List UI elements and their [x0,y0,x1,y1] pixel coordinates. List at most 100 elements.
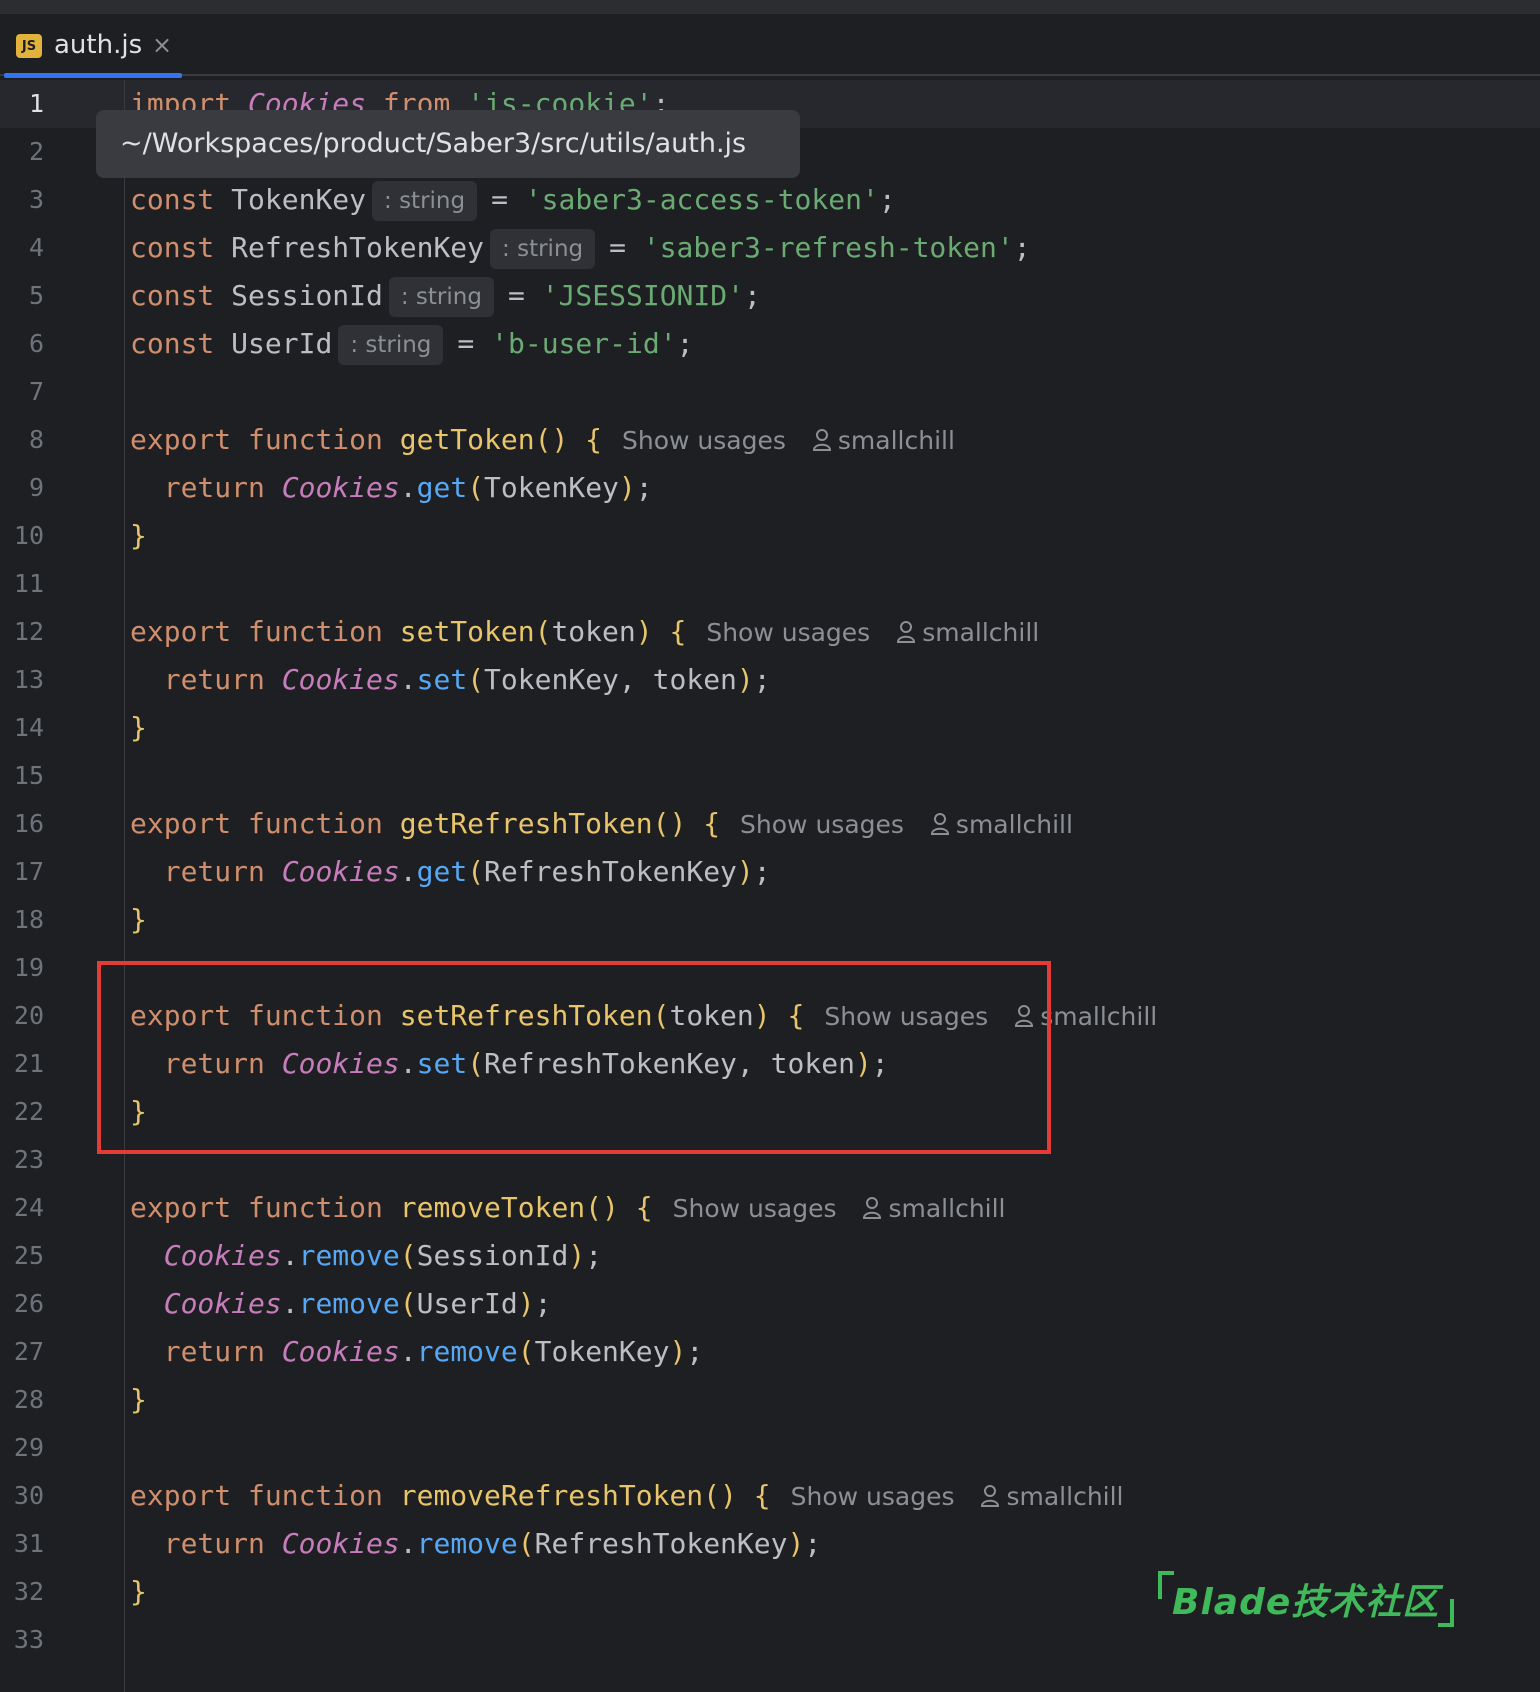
line-number: 12 [13,617,44,646]
code-line: 31 return Cookies.remove(RefreshTokenKey… [0,1520,1540,1568]
code-line: 8 export function getToken() {Show usage… [0,416,1540,464]
line-number: 24 [13,1193,44,1222]
line-number: 30 [13,1481,44,1510]
line-number: 28 [13,1385,44,1414]
code-text: const RefreshTokenKey: string = 'saber3-r… [130,224,1031,272]
line-number: 10 [13,521,44,550]
person-icon [863,1197,882,1219]
line-number: 15 [13,761,44,790]
line-number: 22 [13,1097,44,1126]
line-number: 19 [13,953,44,982]
code-line: 29 [0,1424,1540,1472]
editor-tab-bar: JS auth.js × [0,14,1540,78]
type-hint: : string [372,181,478,221]
line-number: 9 [28,473,44,502]
tab-label: auth.js [54,30,143,60]
file-path-tooltip: ~/Workspaces/product/Saber3/src/utils/au… [96,110,800,178]
author-hint[interactable]: smallchill [930,810,1073,839]
line-number: 4 [28,233,44,262]
line-number: 11 [13,569,44,598]
watermark: Blade技术社区 [1150,1565,1460,1635]
line-number: 8 [28,425,44,454]
show-usages-link[interactable]: Show usages [673,1194,837,1223]
code-text: export function getRefreshToken() {Show … [130,807,1073,840]
show-usages-link[interactable]: Show usages [706,618,870,647]
author-hint[interactable]: smallchill [862,1194,1006,1223]
code-text: } [130,519,147,552]
code-line: 5 const SessionId: string = 'JSESSIONID'; [0,272,1540,320]
code-text: } [130,1383,147,1416]
code-line: 3 const TokenKey: string = 'saber3-access… [0,176,1540,224]
code-text: } [130,903,147,936]
line-number: 21 [13,1049,44,1078]
code-text: export function setToken(token) {Show us… [130,615,1040,648]
show-usages-link[interactable]: Show usages [622,426,786,455]
code-text: export function removeToken() {Show usag… [130,1191,1006,1224]
code-line: 27 return Cookies.remove(TokenKey); [0,1328,1540,1376]
line-number: 17 [13,857,44,886]
code-line: 26 Cookies.remove(UserId); [0,1280,1540,1328]
code-text: const SessionId: string = 'JSESSIONID'; [130,272,761,320]
code-text: const UserId: string = 'b-user-id'; [130,320,693,368]
person-icon [930,813,949,835]
code-line: 18 } [0,896,1540,944]
line-number: 3 [28,185,44,214]
code-line: 14 } [0,704,1540,752]
code-text: return Cookies.get(TokenKey); [163,471,653,504]
code-line: 17 return Cookies.get(RefreshTokenKey); [0,848,1540,896]
code-line: 24 export function removeToken() {Show u… [0,1184,1540,1232]
line-number: 18 [13,905,44,934]
line-number: 20 [13,1001,44,1030]
type-hint: : string [490,229,596,269]
line-number: 6 [28,329,44,358]
person-icon [981,1485,1000,1507]
watermark-text: Blade技术社区 [1172,1582,1440,1623]
line-number: 31 [13,1529,44,1558]
type-hint: : string [338,325,444,365]
code-text: return Cookies.remove(RefreshTokenKey); [163,1527,822,1560]
line-number: 7 [28,377,44,406]
person-icon [812,429,831,451]
line-number: 33 [13,1625,44,1654]
line-number: 23 [13,1145,44,1174]
code-line: 15 [0,752,1540,800]
code-line: 7 [0,368,1540,416]
code-line: 11 [0,560,1540,608]
code-text: } [130,711,147,744]
line-number: 2 [28,137,44,166]
person-icon [897,621,916,643]
code-text: } [130,1575,147,1608]
tab-auth-js[interactable]: JS auth.js × [4,14,182,78]
code-line: 6 const UserId: string = 'b-user-id'; [0,320,1540,368]
code-line: 25 Cookies.remove(SessionId); [0,1232,1540,1280]
line-number: 26 [13,1289,44,1318]
code-line: 4 const RefreshTokenKey: string = 'saber3… [0,224,1540,272]
window-top-strip [0,0,1540,14]
line-number: 16 [13,809,44,838]
code-text: Cookies.remove(SessionId); [163,1239,603,1272]
author-hint[interactable]: smallchill [812,426,955,455]
code-text: return Cookies.get(RefreshTokenKey); [163,855,771,888]
code-text: const TokenKey: string = 'saber3-access-t… [130,176,896,224]
code-text: return Cookies.remove(TokenKey); [163,1335,704,1368]
author-hint[interactable]: smallchill [980,1482,1124,1511]
line-number: 25 [13,1241,44,1270]
watermark-bracket-right [1438,1599,1454,1627]
active-tab-indicator [4,73,182,78]
line-number: 32 [13,1577,44,1606]
type-hint: : string [388,277,494,317]
author-hint[interactable]: smallchill [896,618,1039,647]
line-number: 29 [13,1433,44,1462]
code-line: 28 } [0,1376,1540,1424]
code-line: 9 return Cookies.get(TokenKey); [0,464,1540,512]
show-usages-link[interactable]: Show usages [791,1482,955,1511]
line-number: 27 [13,1337,44,1366]
code-text: Cookies.remove(UserId); [163,1287,552,1320]
show-usages-link[interactable]: Show usages [740,810,904,839]
code-line: 13 return Cookies.set(TokenKey, token); [0,656,1540,704]
code-text: export function getToken() {Show usages s… [130,423,955,456]
line-number: 13 [13,665,44,694]
code-line: 16 export function getRefreshToken() {Sh… [0,800,1540,848]
code-text: return Cookies.set(TokenKey, token); [163,663,771,696]
close-icon[interactable]: × [152,31,172,59]
